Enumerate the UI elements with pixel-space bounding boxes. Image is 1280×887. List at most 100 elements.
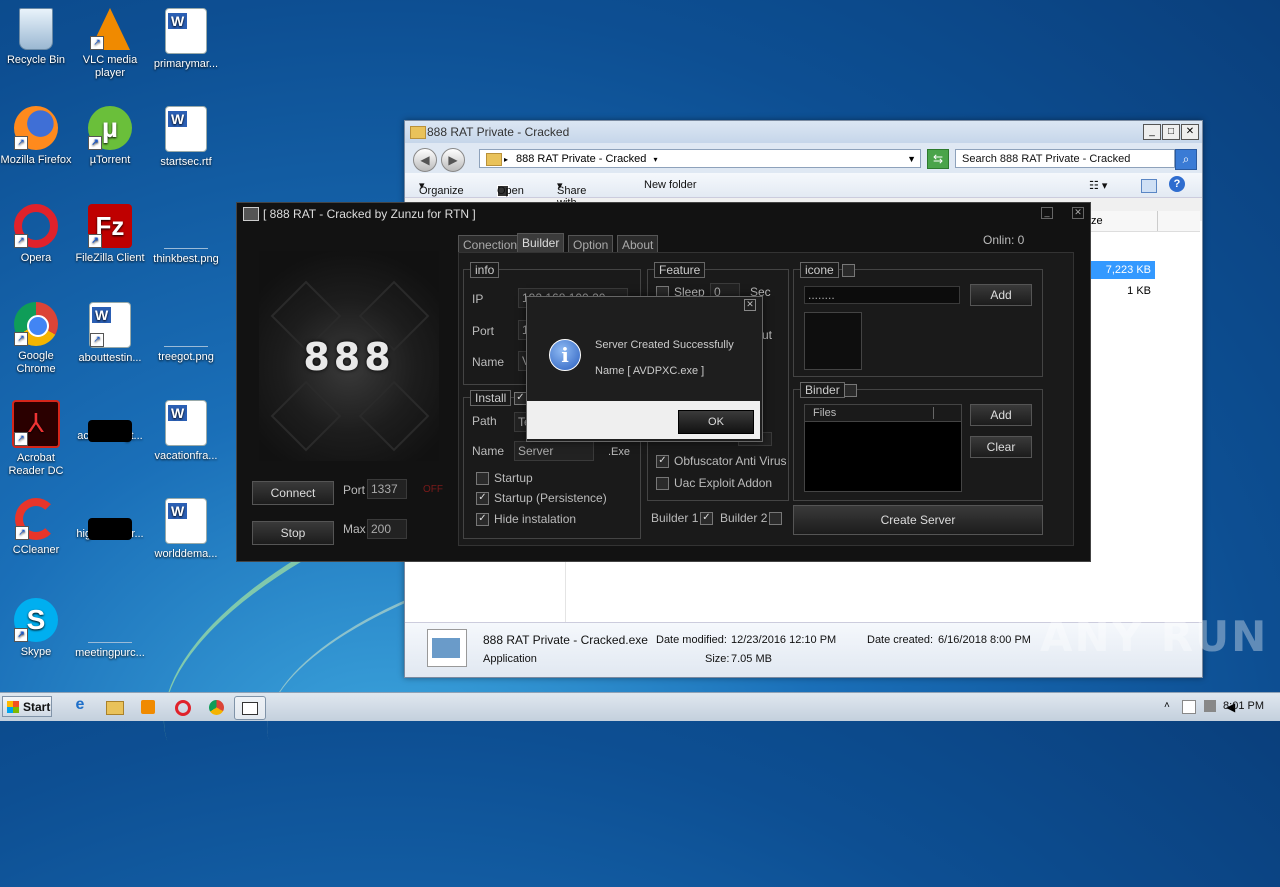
chrome-taskbar-icon[interactable] [204, 696, 228, 718]
app-window-icon [243, 207, 259, 221]
hide-installation-checkbox[interactable] [476, 513, 489, 526]
desktop-icon-meetingpurc[interactable]: meetingpurc... [72, 598, 148, 660]
builder1-checkbox[interactable] [700, 512, 713, 525]
desktop-icon-vacationfra[interactable]: W vacationfra... [148, 400, 224, 463]
desktop-icon-accountingt[interactable]: accountingt... [72, 400, 148, 443]
desktop-icon-highermotor[interactable]: highermotor... [72, 498, 148, 541]
back-button[interactable]: ◀ [413, 148, 437, 172]
details-filename: 888 RAT Private - Cracked.exe [483, 633, 648, 647]
desktop-icon-recycle-bin[interactable]: Recycle Bin [0, 8, 74, 67]
ok-button[interactable]: OK [678, 410, 754, 434]
desktop-icon-utorrent[interactable]: µ ↗ µTorrent [72, 106, 148, 167]
connect-button[interactable]: Connect [252, 481, 334, 505]
icon-preview [804, 312, 862, 370]
size-label: Size: [705, 653, 730, 665]
path-label: Path [472, 414, 497, 428]
address-dropdown-icon[interactable]: ▼ [907, 150, 916, 169]
minimize-button[interactable]: _ [1143, 124, 1161, 140]
rat-taskbar-button[interactable] [234, 696, 266, 720]
desktop-icon-vlc[interactable]: ↗ VLC media player [72, 8, 148, 80]
explorer-toolbar: Organize ▾ Open Share with ▾ New folder … [405, 173, 1202, 209]
column-header-size[interactable]: ze [1085, 211, 1200, 232]
icone-group-title: icone [800, 262, 839, 278]
clear-bind-files-button[interactable]: Clear [970, 436, 1032, 458]
word-doc-icon: W [165, 8, 207, 54]
desktop-icon-filezilla[interactable]: Fz ↗ FileZilla Client [72, 204, 148, 265]
date-modified-label: Date modified: [656, 634, 727, 646]
ccleaner-icon: ↗ [15, 498, 57, 540]
start-button[interactable]: Start [2, 696, 52, 717]
desktop-icon-acrobat[interactable]: ⅄ ↗ Acrobat Reader DC [0, 400, 74, 478]
network-icon[interactable] [1204, 700, 1216, 712]
opera-taskbar-icon[interactable] [170, 696, 194, 718]
desktop-icon-treegot[interactable]: treegot.png [148, 302, 224, 364]
binder-group-title: Binder [800, 382, 845, 398]
clock[interactable]: 8:01 PM [1223, 700, 1264, 712]
builder2-checkbox[interactable] [769, 512, 782, 525]
minimize-button[interactable]: _ [1041, 207, 1053, 219]
desktop-icon-firefox[interactable]: ↗ Mozilla Firefox [0, 106, 74, 167]
binder-file-list[interactable]: Files [804, 404, 962, 492]
create-server-button[interactable]: Create Server [793, 505, 1043, 535]
info-icon: i [549, 339, 581, 371]
binder-group: Binder Files Add Clear [793, 382, 1043, 501]
add-icon-button[interactable]: Add [970, 284, 1032, 306]
binder-checkbox[interactable] [844, 384, 857, 397]
acrobat-icon: ⅄ ↗ [12, 400, 60, 448]
explorer-titlebar[interactable]: 888 RAT Private - Cracked _ □ ✕ [405, 121, 1202, 143]
desktop-icon-abouttestin[interactable]: W ↗ abouttestin... [72, 302, 148, 365]
desktop-icon-startsec[interactable]: W startsec.rtf [148, 106, 224, 169]
listen-port-field[interactable]: 1337 [367, 479, 407, 499]
icon-path-field[interactable]: ........ [804, 286, 960, 304]
show-hidden-icons[interactable]: ˄ [1164, 700, 1170, 711]
desktop-icon-primarymar[interactable]: W primarymar... [148, 8, 224, 71]
desktop-icon-thinkbest[interactable]: thinkbest.png [148, 204, 224, 266]
uac-exploit-checkbox[interactable] [656, 477, 669, 490]
startup-persistence-checkbox[interactable] [476, 492, 489, 505]
maximize-button[interactable]: □ [1162, 124, 1180, 140]
recycle-bin-icon [19, 8, 53, 50]
action-center-icon[interactable] [1182, 700, 1196, 714]
message-dialog[interactable]: ✕ i Server Created Successfully Name [ A… [526, 296, 763, 442]
desktop-icon-skype[interactable]: S ↗ Skype [0, 598, 74, 659]
internet-explorer-icon[interactable]: e [68, 696, 92, 718]
info-group-title: info [470, 262, 500, 278]
organize-button[interactable]: Organize ▾ [419, 179, 464, 197]
add-bind-file-button[interactable]: Add [970, 404, 1032, 426]
close-button[interactable]: ✕ [1072, 207, 1084, 219]
dialog-message: Server Created Successfully [595, 339, 734, 351]
file-row[interactable]: 1 KB [1087, 285, 1155, 297]
address-bar[interactable]: ▸ 888 RAT Private - Cracked ▾ ▼ [479, 149, 921, 168]
desktop-icon-ccleaner[interactable]: ↗ CCleaner [0, 498, 74, 557]
startup-checkbox[interactable] [476, 472, 489, 485]
help-icon[interactable]: ? [1169, 176, 1185, 192]
obfuscator-checkbox[interactable] [656, 455, 669, 468]
close-button[interactable]: ✕ [1181, 124, 1199, 140]
refresh-icon[interactable]: ⇆ [927, 149, 949, 169]
chrome-icon: ↗ [14, 302, 58, 346]
share-with-button[interactable]: Share with ▾ [557, 179, 586, 209]
forward-button[interactable]: ▶ [441, 148, 465, 172]
desktop-icon-opera[interactable]: ↗ Opera [0, 204, 74, 265]
name-label: Name [472, 444, 505, 458]
preview-pane-icon[interactable] [1141, 179, 1157, 193]
max-connections-field[interactable]: 200 [367, 519, 407, 539]
stop-button[interactable]: Stop [252, 521, 334, 545]
desktop-icon-chrome[interactable]: ↗ Google Chrome [0, 302, 74, 376]
new-folder-button[interactable]: New folder [644, 179, 697, 191]
dialog-close-button[interactable]: ✕ [744, 299, 756, 311]
search-input[interactable]: Search 888 RAT Private - Cracked [955, 149, 1175, 168]
search-icon[interactable]: ⌕ [1175, 149, 1197, 170]
rat-titlebar[interactable]: [ 888 RAT - Cracked by Zunzu for RTN ] _… [237, 203, 1090, 225]
desktop-icon-worlddema[interactable]: W worlddema... [148, 498, 224, 561]
media-player-icon[interactable] [136, 696, 160, 718]
feature-label-partial: ut [762, 328, 773, 342]
install-name-field[interactable]: Server [514, 441, 594, 461]
feature-group-title: Feature [654, 262, 706, 278]
view-options-icon[interactable]: ☷ ▾ [1089, 179, 1107, 192]
icone-checkbox[interactable] [842, 264, 855, 277]
file-explorer-icon[interactable] [102, 696, 126, 718]
explorer-title: 888 RAT Private - Cracked [427, 125, 570, 139]
file-row-selected[interactable]: 7,223 KB [1087, 261, 1155, 279]
name-label: Name [472, 355, 505, 369]
